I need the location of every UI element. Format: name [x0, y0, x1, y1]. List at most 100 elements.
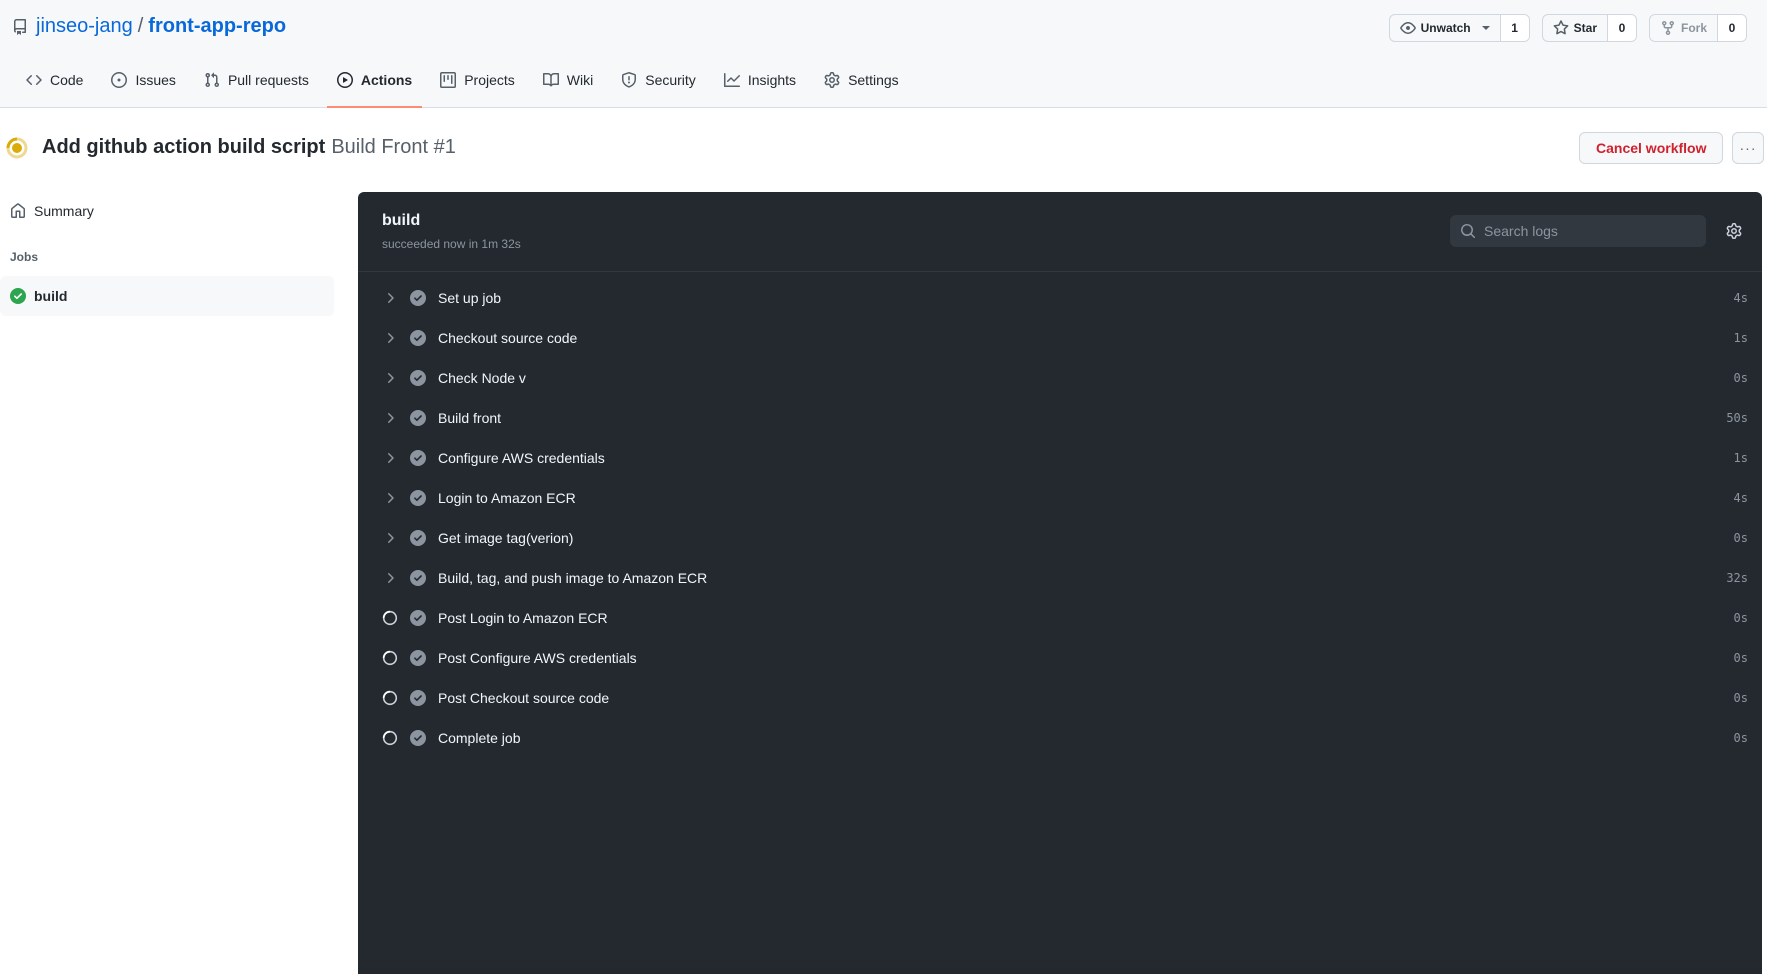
step-label: Build, tag, and push image to Amazon ECR [438, 570, 708, 586]
chevron-right-icon [382, 410, 398, 426]
repo-name-link[interactable]: front-app-repo [148, 15, 286, 38]
play-icon [336, 72, 353, 88]
step-label: Login to Amazon ECR [438, 490, 576, 506]
step-label: Get image tag(verion) [438, 530, 574, 546]
run-title: Add github action build script Build Fro… [42, 136, 456, 159]
step-duration: 1s [1733, 451, 1748, 465]
star-button[interactable]: Star [1543, 15, 1608, 41]
step-success-icon [410, 610, 426, 626]
tab-issues[interactable]: Issues [101, 53, 185, 107]
eye-icon [1399, 22, 1416, 34]
cancel-workflow-button[interactable]: Cancel workflow [1579, 132, 1724, 164]
step-spinner-icon [382, 610, 398, 626]
job-log-header: build succeeded now in 1m 32s [358, 192, 1762, 272]
chevron-right-icon [382, 490, 398, 506]
repo-owner-link[interactable]: jinseo-jang [36, 15, 133, 38]
tab-security[interactable]: Security [611, 53, 706, 107]
check-circle-fill-icon [10, 288, 26, 304]
tab-code-label: Code [50, 72, 84, 88]
project-icon [440, 72, 457, 88]
step-duration: 50s [1726, 411, 1748, 425]
book-icon [542, 72, 559, 87]
job-step[interactable]: Check Node v 0s [358, 358, 1762, 398]
chevron-right-icon [382, 570, 398, 586]
job-step[interactable]: Post Checkout source code 0s [358, 678, 1762, 718]
fork-label: Fork [1680, 21, 1707, 35]
tab-wiki-label: Wiki [566, 72, 594, 88]
step-success-icon [410, 330, 426, 346]
job-step[interactable]: Build, tag, and push image to Amazon ECR… [358, 558, 1762, 598]
watch-count[interactable]: 1 [1500, 15, 1529, 41]
tab-pull-requests[interactable]: Pull requests [194, 53, 319, 107]
step-duration: 0s [1733, 651, 1748, 665]
job-step[interactable]: Get image tag(verion) 0s [358, 518, 1762, 558]
step-label: Post Configure AWS credentials [438, 650, 637, 666]
tab-settings-label: Settings [848, 72, 899, 88]
job-name: build [382, 212, 421, 229]
step-success-icon [410, 730, 426, 746]
job-step[interactable]: Post Login to Amazon ECR 0s [358, 598, 1762, 638]
tab-insights[interactable]: Insights [714, 53, 806, 107]
star-icon [1553, 20, 1569, 35]
step-success-icon [410, 530, 426, 546]
search-logs-field[interactable] [1450, 215, 1706, 247]
sidebar-job-label: build [34, 288, 68, 304]
repo-actions: Unwatch 1 Star 0 Fork 0 [1388, 14, 1747, 42]
step-label: Check Node v [438, 370, 526, 386]
repo-header: jinseo-jang / front-app-repo Unwatch 1 S… [0, 0, 1767, 108]
job-step[interactable]: Configure AWS credentials 1s [358, 438, 1762, 478]
step-label: Complete job [438, 730, 521, 746]
fork-button[interactable]: Fork [1650, 15, 1718, 41]
star-label: Star [1573, 21, 1597, 35]
tab-projects-label: Projects [464, 72, 515, 88]
step-success-icon [410, 450, 426, 466]
graph-icon [723, 73, 740, 87]
step-label: Checkout source code [438, 330, 578, 346]
tab-insights-label: Insights [747, 72, 797, 88]
step-duration: 0s [1733, 531, 1748, 545]
step-success-icon [410, 370, 426, 386]
job-steps-list: Set up job 4s Checkout source code 1s Ch… [358, 272, 1762, 758]
star-count[interactable]: 0 [1607, 15, 1636, 41]
job-step[interactable]: Post Configure AWS credentials 0s [358, 638, 1762, 678]
repo-separator: / [137, 15, 144, 37]
tab-projects[interactable]: Projects [430, 53, 525, 107]
job-step[interactable]: Build front 50s [358, 398, 1762, 438]
tab-wiki[interactable]: Wiki [533, 53, 603, 107]
fork-count[interactable]: 0 [1718, 15, 1746, 41]
search-icon [1461, 224, 1476, 239]
step-duration: 4s [1733, 491, 1748, 505]
unwatch-button[interactable]: Unwatch [1390, 15, 1501, 41]
chevron-right-icon [382, 330, 398, 346]
star-button-group: Star 0 [1541, 14, 1637, 42]
sidebar-item-summary[interactable]: Summary [0, 192, 334, 230]
step-duration: 0s [1733, 371, 1748, 385]
tab-code[interactable]: Code [16, 53, 93, 107]
job-step[interactable]: Set up job 4s [358, 278, 1762, 318]
issue-icon [111, 72, 128, 88]
tab-pull-requests-label: Pull requests [227, 72, 309, 88]
tab-settings[interactable]: Settings [814, 53, 909, 107]
step-label: Build front [438, 410, 502, 426]
kebab-menu-button[interactable]: ··· [1732, 132, 1764, 164]
sidebar-summary-label: Summary [34, 203, 94, 219]
fork-button-group: Fork 0 [1648, 14, 1747, 42]
fork-icon [1661, 21, 1674, 36]
jobs-heading: Jobs [10, 250, 39, 264]
log-settings-gear-icon[interactable] [1726, 223, 1742, 239]
job-step[interactable]: Checkout source code 1s [358, 318, 1762, 358]
gear-icon [824, 72, 840, 88]
search-logs-input[interactable] [1484, 223, 1684, 239]
sidebar-job-build[interactable]: build [0, 276, 334, 316]
tab-issues-label: Issues [135, 72, 176, 88]
job-step[interactable]: Complete job 0s [358, 718, 1762, 758]
step-label: Configure AWS credentials [438, 450, 605, 466]
step-spinner-icon [382, 730, 398, 746]
tab-actions[interactable]: Actions [326, 53, 423, 108]
job-step[interactable]: Login to Amazon ECR 4s [358, 478, 1762, 518]
step-duration: 32s [1726, 571, 1748, 585]
watch-button-group: Unwatch 1 [1388, 14, 1530, 42]
step-success-icon [410, 410, 426, 426]
step-duration: 1s [1733, 331, 1748, 345]
chevron-right-icon [382, 530, 398, 546]
